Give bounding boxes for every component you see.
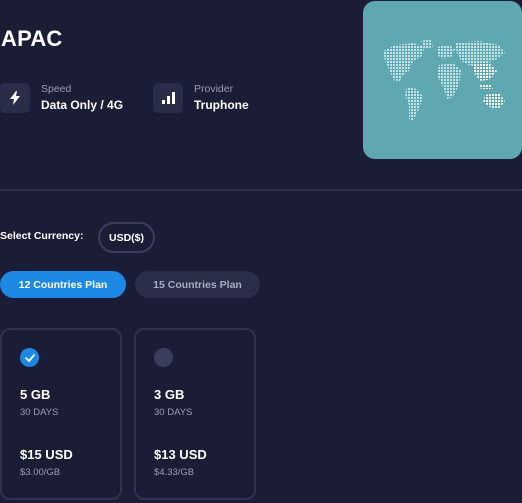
plan-card-5gb[interactable]: 5 GB 30 DAYS $15 USD $3.00/GB (0, 328, 122, 500)
page-title: APAC (1, 26, 63, 51)
provider-spec: Provider Truphone (153, 82, 249, 114)
provider-value: Truphone (194, 98, 249, 112)
plan-card-3gb[interactable]: 3 GB 30 DAYS $13 USD $4.33/GB (134, 328, 256, 500)
speed-spec: Speed Data Only / 4G (0, 82, 123, 114)
plan-price: $13 USD (154, 447, 207, 462)
speed-value: Data Only / 4G (41, 98, 124, 112)
plan-validity: 30 DAYS (154, 407, 193, 418)
provider-label: Provider (194, 83, 234, 95)
signal-bars-icon (153, 83, 183, 113)
plan-price: $15 USD (20, 447, 73, 462)
tab-15-countries-plan[interactable]: 15 Countries Plan (135, 271, 260, 298)
plan-validity: 30 DAYS (20, 407, 59, 418)
currency-label: Select Currency: (0, 230, 84, 242)
tab-12-countries-plan[interactable]: 12 Countries Plan (0, 271, 126, 298)
plan-radio-unselected[interactable] (154, 348, 173, 367)
check-icon (24, 353, 35, 362)
plan-data-amount: 3 GB (154, 387, 185, 402)
region-map (363, 1, 522, 159)
plan-data-amount: 5 GB (20, 387, 51, 402)
lightning-icon (0, 83, 30, 113)
world-map-icon (383, 39, 505, 121)
plan-price-per-gb: $3.00/GB (20, 467, 61, 478)
plan-price-per-gb: $4.33/GB (154, 467, 195, 478)
speed-label: Speed (41, 83, 72, 95)
section-divider (0, 189, 522, 191)
currency-select[interactable]: USD($) (98, 222, 155, 253)
plan-radio-selected[interactable] (20, 348, 39, 367)
